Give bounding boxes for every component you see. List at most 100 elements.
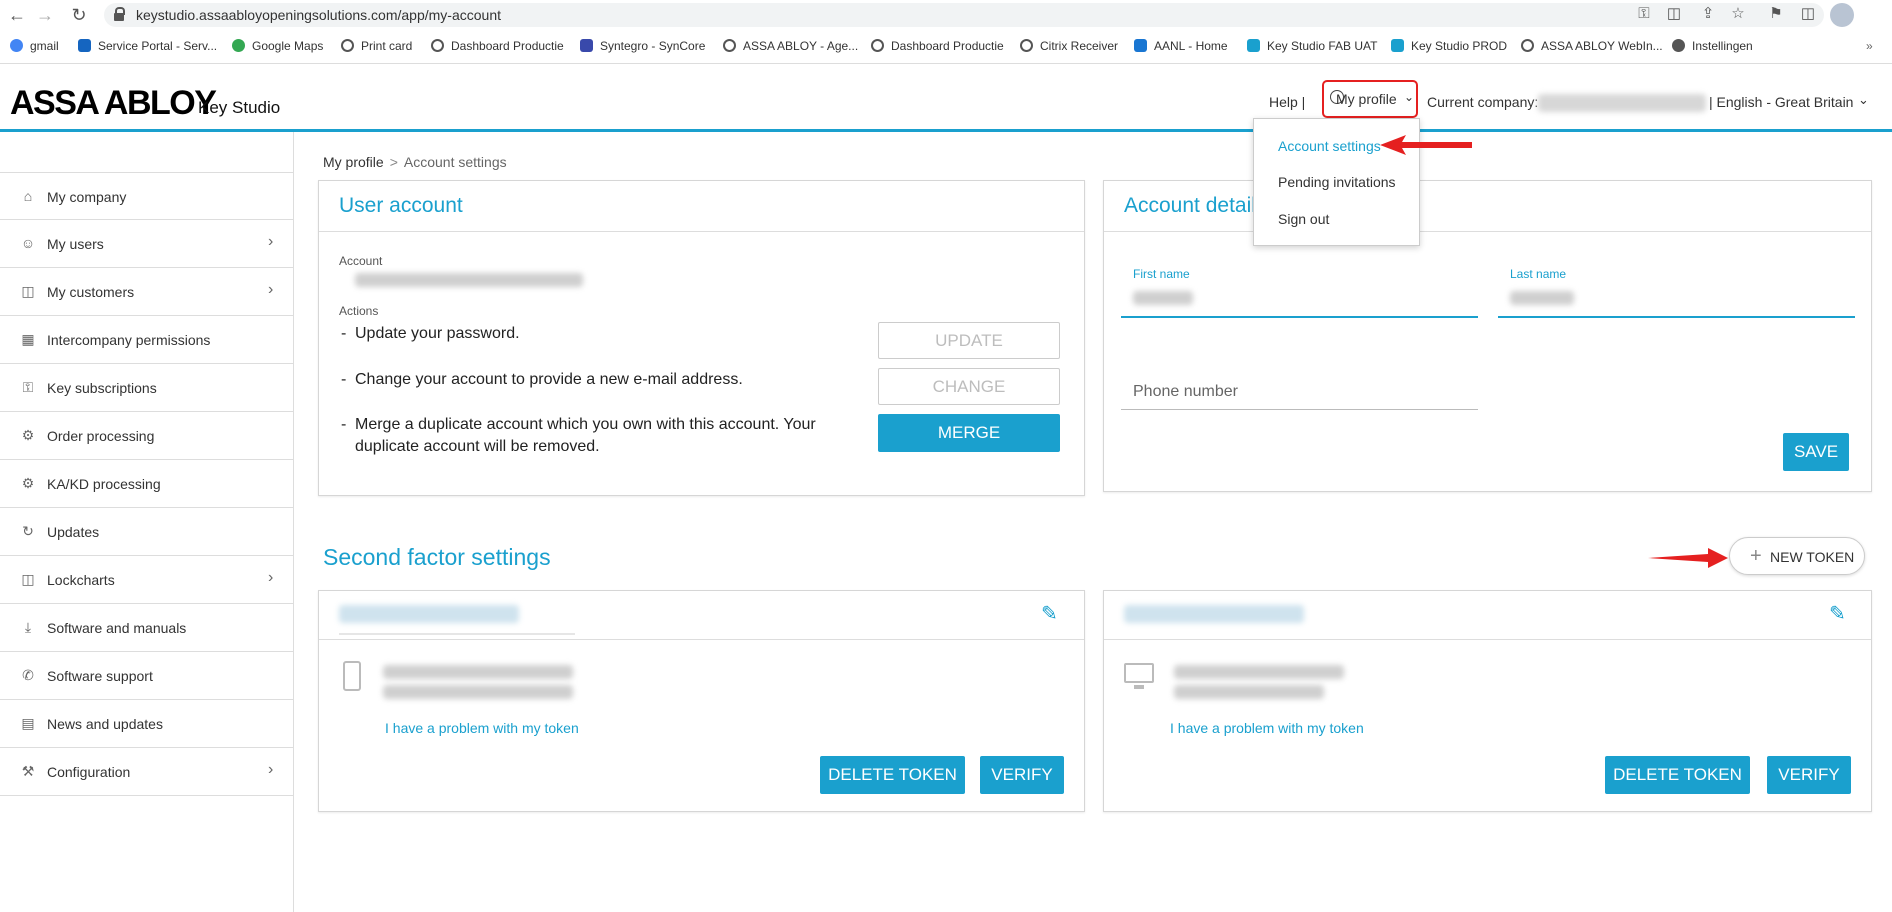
chevron-down-icon[interactable]: ⌄ [1858, 92, 1869, 108]
language-selector[interactable]: | English - Great Britain [1709, 94, 1853, 110]
token-serial [383, 665, 573, 679]
current-company-value [1538, 94, 1706, 112]
bookmark[interactable]: Dashboard Productie [871, 38, 1004, 54]
action-change-email: - Change your account to provide a new e-… [341, 371, 743, 388]
browser-chrome: ← → ↻ keystudio.assaabloyopeningsolution… [0, 0, 1892, 64]
menu-item-account-settings[interactable]: Account settings [1278, 138, 1381, 154]
sidepanel-icon[interactable]: ◫ [1798, 4, 1818, 24]
sidebar-item-configuration[interactable]: ⚒ Configuration › [0, 748, 294, 796]
sidebar-item-my-customers[interactable]: ◫ My customers › [0, 268, 294, 316]
bookmark[interactable]: Key Studio PROD [1391, 38, 1507, 54]
chevron-right-icon: › [268, 761, 274, 778]
divider [339, 633, 575, 635]
sidebar-item-software-and-manuals[interactable]: ⤓ Software and manuals [0, 604, 294, 652]
help-link[interactable]: Help | [1269, 94, 1305, 110]
google-icon [10, 39, 23, 52]
merge-button[interactable]: MERGE [878, 414, 1060, 452]
sidebar-item-my-users[interactable]: ☺ My users › [0, 220, 294, 268]
save-button[interactable]: SAVE [1783, 433, 1849, 471]
phone-number-field[interactable]: Phone number [1133, 383, 1238, 401]
globe-icon [871, 39, 884, 52]
update-button[interactable]: UPDATE [878, 322, 1060, 359]
bookmark-icon [1134, 39, 1147, 52]
breadcrumb-link-my-profile[interactable]: My profile [323, 154, 384, 170]
delete-token-button[interactable]: DELETE TOKEN [1605, 756, 1750, 794]
first-name-field[interactable] [1133, 291, 1193, 305]
divider [319, 639, 1084, 640]
globe-icon [341, 39, 354, 52]
sidebar-item-lockcharts[interactable]: ◫ Lockcharts › [0, 556, 294, 604]
sidebar-item-intercompany-permissions[interactable]: ▦ Intercompany permissions [0, 316, 294, 364]
bookmark[interactable]: Google Maps [232, 38, 323, 54]
bookmark[interactable]: Syntegro - SynCore [580, 38, 705, 54]
bookmark[interactable]: Service Portal - Serv... [78, 38, 217, 54]
globe-icon [431, 39, 444, 52]
sidebar-item-software-support[interactable]: ✆ Software support [0, 652, 294, 700]
new-token-button[interactable]: + NEW TOKEN [1729, 537, 1865, 575]
news-icon: ▤ [21, 715, 35, 731]
wrench-icon: ⚒ [21, 763, 35, 779]
update-icon: ↻ [22, 523, 34, 539]
key-icon[interactable]: ⚿ [1634, 4, 1654, 24]
citrix-icon [1020, 39, 1033, 52]
bookmark[interactable]: Instellingen [1672, 38, 1753, 54]
token-registration-date [1174, 685, 1324, 699]
my-profile-button[interactable]: My profile ⌄ [1322, 80, 1418, 118]
change-button[interactable]: CHANGE [878, 368, 1060, 405]
star-icon[interactable]: ☆ [1728, 4, 1748, 24]
forward-icon[interactable]: → [34, 4, 56, 26]
building-icon: ▦ [21, 331, 35, 347]
extensions-icon[interactable]: ⚑ [1766, 4, 1786, 24]
gear-icon: ⚙ [21, 427, 35, 443]
url-text: keystudio.assaabloyopeningsolutions.com/… [136, 7, 501, 23]
token-problem-link[interactable]: I have a problem with my token [385, 720, 579, 736]
pencil-icon[interactable]: ✎ [1041, 601, 1058, 626]
divider [319, 231, 1084, 232]
bookmark[interactable]: ASSA ABLOY WebIn... [1521, 38, 1663, 54]
action-update-password: - Update your password. [341, 325, 520, 342]
bookmark[interactable]: ASSA ABLOY - Age... [723, 38, 858, 54]
user-account-card: User account Account Actions - Update you… [318, 180, 1085, 496]
verify-button[interactable]: VERIFY [980, 756, 1064, 794]
bookmarks-overflow-icon[interactable]: » [1866, 38, 1873, 54]
annotation-arrow [1380, 135, 1472, 155]
share-icon[interactable]: ⇪ [1698, 4, 1718, 24]
sidebar-item-my-company[interactable]: ⌂ My company [0, 172, 294, 220]
translate-icon[interactable]: ◫ [1664, 4, 1684, 24]
last-name-field[interactable] [1510, 291, 1574, 305]
card-title: User account [339, 194, 463, 217]
lock-icon: ◫ [21, 283, 35, 299]
bookmarks-bar: gmail Service Portal - Serv... Google Ma… [0, 34, 1892, 58]
sidebar-item-updates[interactable]: ↻ Updates [0, 508, 294, 556]
globe-icon [723, 39, 736, 52]
sidebar-item-news-and-updates[interactable]: ▤ News and updates [0, 700, 294, 748]
menu-item-sign-out[interactable]: Sign out [1278, 211, 1329, 227]
address-bar[interactable]: keystudio.assaabloyopeningsolutions.com/… [104, 3, 1824, 27]
map-pin-icon [232, 39, 245, 52]
token-card: ✎ I have a problem with my token DELETE … [1103, 590, 1872, 812]
token-name [339, 605, 519, 623]
bookmark[interactable]: Key Studio FAB UAT [1247, 38, 1378, 54]
avatar[interactable] [1830, 3, 1854, 27]
verify-button[interactable]: VERIFY [1767, 756, 1851, 794]
reload-icon[interactable]: ↻ [68, 4, 90, 26]
sidebar-item-ka-kd-processing[interactable]: ⚙ KA/KD processing [0, 460, 294, 508]
bookmark[interactable]: Dashboard Productie [431, 38, 564, 54]
product-name: Key Studio [198, 98, 281, 117]
sidebar-item-order-processing[interactable]: ⚙ Order processing [0, 412, 294, 460]
bookmark-icon [78, 39, 91, 52]
bookmark[interactable]: gmail [10, 38, 59, 54]
lock-icon [114, 7, 125, 21]
sidebar-item-key-subscriptions[interactable]: ⚿ Key subscriptions [0, 364, 294, 412]
pencil-icon[interactable]: ✎ [1829, 601, 1846, 626]
back-icon[interactable]: ← [6, 4, 28, 26]
delete-token-button[interactable]: DELETE TOKEN [820, 756, 965, 794]
chart-icon: ◫ [21, 571, 35, 587]
bookmark[interactable]: AANL - Home [1134, 38, 1228, 54]
bookmark[interactable]: Citrix Receiver [1020, 38, 1118, 54]
token-problem-link[interactable]: I have a problem with my token [1170, 720, 1364, 736]
home-icon: ⌂ [23, 188, 33, 204]
monitor-stand [1134, 685, 1144, 689]
menu-item-pending-invitations[interactable]: Pending invitations [1278, 174, 1396, 190]
bookmark[interactable]: Print card [341, 38, 412, 54]
